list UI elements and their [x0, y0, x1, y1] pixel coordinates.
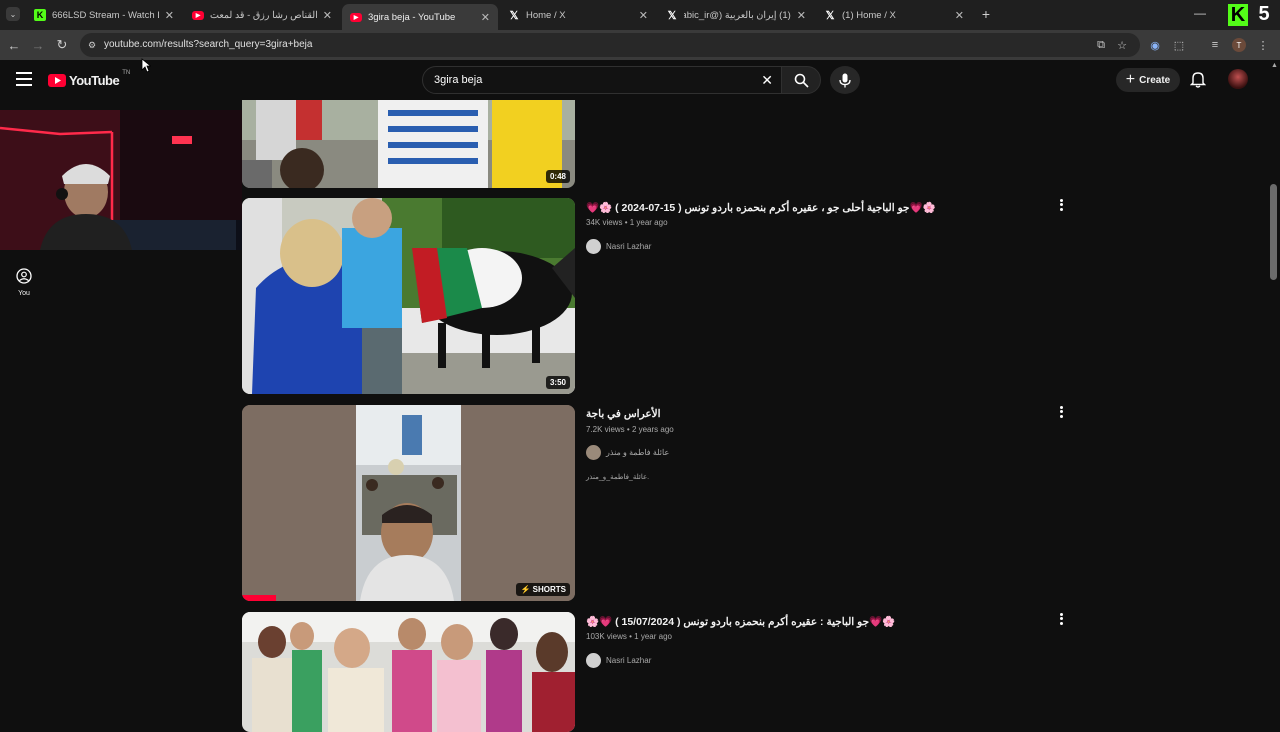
tab-x-home[interactable]: 𝕏 Home / X ✕ [500, 4, 656, 26]
tab-x-iran[interactable]: 𝕏 (1) إيران بالعربية (@iraninarabic_ir) … [658, 4, 814, 26]
profile-avatar[interactable]: T [1232, 38, 1246, 52]
x-icon: 𝕏 [509, 9, 519, 22]
channel-avatar [586, 653, 601, 668]
streamer-webcam-overlay [0, 110, 242, 250]
sidebar-you-label[interactable]: You [12, 290, 36, 297]
microphone-icon [839, 73, 851, 87]
close-icon[interactable]: ✕ [323, 9, 332, 22]
extension-audio-icon[interactable]: ◉ [1148, 38, 1162, 52]
channel-avatar [586, 239, 601, 254]
channel-avatar [586, 445, 601, 460]
overlay-number: 5 [1258, 3, 1270, 25]
plus-icon: + [1125, 71, 1136, 88]
search-input[interactable]: 3gira beja ✕ [422, 66, 782, 94]
media-control-icon[interactable]: ≡ [1208, 38, 1222, 52]
x-icon: 𝕏 [667, 9, 677, 22]
youtube-icon: ▶ [350, 12, 362, 22]
tab-x-home-2[interactable]: 𝕏 (1) Home / X ✕ [816, 4, 972, 26]
more-actions-icon[interactable] [1056, 405, 1066, 419]
close-icon[interactable]: ✕ [165, 9, 174, 22]
site-info-icon[interactable]: ⚙ [88, 33, 96, 57]
video-thumbnail[interactable]: 0:48 [242, 100, 575, 188]
channel-link[interactable]: Nasri Lazhar [586, 653, 651, 668]
video-metadata: 34K views • 1 year ago [586, 218, 668, 227]
url-field[interactable]: ⚙ youtube.com/results?search_query=3gira… [80, 33, 1140, 57]
youtube-icon: ▶ [192, 10, 204, 20]
more-actions-icon[interactable] [1056, 612, 1066, 626]
x-icon: 𝕏 [825, 9, 835, 22]
bookmark-star-icon[interactable]: ☆ [1115, 38, 1129, 52]
forward-arrow-icon[interactable]: → [30, 37, 46, 53]
tab-youtube-song[interactable]: ▶ اغنية القناص رشا رزق - قد لمعت ✕ [184, 4, 340, 26]
scrollbar-track[interactable]: ▲ [1268, 60, 1280, 720]
account-avatar[interactable] [1228, 69, 1248, 89]
mouse-cursor-icon [141, 58, 151, 73]
browser-tab-bar: ⌄ K 666LSD Stream - Watch Live on ✕ ▶ اغ… [0, 0, 1280, 30]
close-icon[interactable]: ✕ [481, 11, 490, 24]
video-metadata: 7.2K views • 2 years ago [586, 425, 674, 434]
tab-search-icon[interactable]: ⌄ [6, 7, 20, 21]
voice-search-button[interactable] [830, 66, 860, 94]
channel-link[interactable]: عائلة فاطمة و منذر [586, 445, 669, 460]
video-thumbnail[interactable] [242, 612, 575, 732]
youtube-logo[interactable]: YouTube TN [48, 70, 130, 88]
browser-address-bar: ← → ↻ ⚙ youtube.com/results?search_query… [0, 30, 1280, 60]
duration-badge: 0:48 [545, 170, 570, 183]
kick-logo: K [1228, 4, 1248, 26]
minimize-button[interactable]: — [1192, 5, 1208, 21]
browser-menu-icon[interactable]: ⋮ [1256, 38, 1270, 52]
more-actions-icon[interactable] [1056, 198, 1066, 212]
tab-youtube-search[interactable]: ▶ 3gira beja - YouTube ✕ [342, 4, 498, 30]
youtube-header: YouTube TN 3gira beja ✕ + Create [0, 60, 1280, 100]
search-icon [794, 73, 809, 88]
scrollbar-thumb[interactable] [1270, 184, 1277, 280]
you-icon[interactable] [16, 268, 32, 284]
video-title[interactable]: 🌸💗جو الباجية أحلى جو ، عقيره أكرم بنحمزه… [586, 201, 936, 214]
clear-search-icon[interactable]: ✕ [761, 67, 773, 93]
back-arrow-icon[interactable]: ← [6, 37, 22, 53]
extensions-puzzle-icon[interactable]: ⬚ [1172, 38, 1186, 52]
tab-kick-stream[interactable]: K 666LSD Stream - Watch Live on ✕ [26, 4, 182, 26]
notifications-bell-icon[interactable] [1189, 71, 1208, 89]
video-title[interactable]: الأعراس في باجة [586, 408, 661, 420]
duration-badge: 3:50 [545, 376, 570, 389]
reload-icon[interactable]: ↻ [54, 37, 70, 53]
hamburger-menu-icon[interactable] [16, 72, 32, 86]
video-thumbnail[interactable]: ⚡ SHORTS [242, 405, 575, 601]
kick-icon: K [34, 9, 46, 21]
create-button[interactable]: + Create [1116, 68, 1180, 92]
video-title[interactable]: 🌸💗جو الباجية : عقيره أكرم بنحمزه باردو ت… [586, 615, 895, 628]
close-icon[interactable]: ✕ [639, 9, 648, 22]
new-tab-button[interactable]: + [978, 6, 994, 22]
shorts-badge: ⚡ SHORTS [516, 583, 570, 596]
install-app-icon[interactable]: ⧉ [1094, 38, 1108, 52]
close-icon[interactable]: ✕ [955, 9, 964, 22]
search-button[interactable] [781, 66, 821, 94]
video-description: عائلة_فاطمة_و_منذر. [586, 474, 650, 481]
channel-link[interactable]: Nasri Lazhar [586, 239, 651, 254]
scroll-up-arrow-icon[interactable]: ▲ [1271, 62, 1278, 69]
video-thumbnail[interactable]: 3:50 [242, 198, 575, 394]
youtube-play-icon [48, 74, 66, 87]
close-icon[interactable]: ✕ [797, 9, 806, 22]
video-metadata: 103K views • 1 year ago [586, 632, 672, 641]
